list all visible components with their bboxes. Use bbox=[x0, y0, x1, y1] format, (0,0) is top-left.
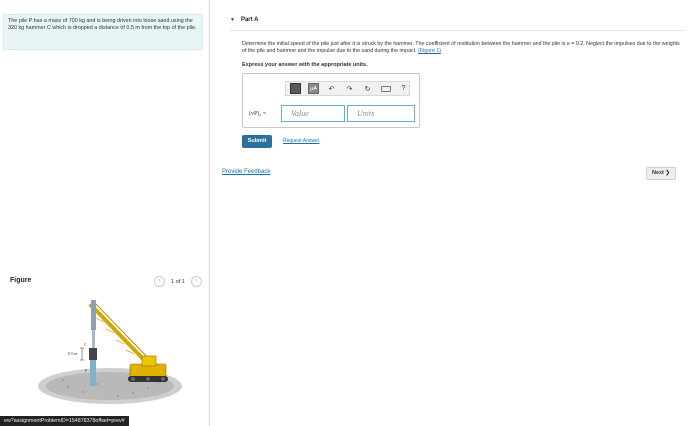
value-input[interactable]: Value bbox=[281, 105, 345, 122]
problem-statement: The pile P has a mass of 700 kg and is b… bbox=[3, 14, 203, 50]
part-title: Part A bbox=[240, 17, 259, 23]
figure-heading: Figure bbox=[10, 277, 32, 284]
answer-variable-label: (vP)₂ = bbox=[249, 111, 267, 117]
redo-icon[interactable]: ↷ bbox=[344, 83, 355, 94]
help-icon[interactable]: ? bbox=[398, 83, 409, 94]
submit-button[interactable]: Submit bbox=[242, 135, 272, 148]
request-answer-link[interactable]: Request Answer bbox=[283, 138, 319, 144]
collapse-triangle-icon[interactable]: ▼ bbox=[230, 17, 235, 23]
provide-feedback-link[interactable]: Provide Feedback bbox=[222, 169, 270, 175]
figure-page-count: 1 of 1 bbox=[171, 278, 185, 285]
undo-icon[interactable]: ↶ bbox=[326, 83, 337, 94]
templates-icon[interactable] bbox=[290, 83, 301, 94]
question-body: Determine the initial speed of the pile … bbox=[242, 41, 680, 55]
chevron-left-icon[interactable]: ‹ bbox=[154, 276, 165, 287]
answer-box: μA ↶ ↷ ↻ ? (vP)₂ = Value Units bbox=[242, 73, 420, 128]
answer-toolbar: μA ↶ ↷ ↻ ? bbox=[285, 81, 410, 96]
mu-units-icon[interactable]: μA bbox=[308, 83, 319, 94]
figure-link[interactable]: (Figure 1) bbox=[418, 48, 441, 54]
hammer-label: C bbox=[84, 342, 87, 347]
keyboard-icon[interactable] bbox=[380, 83, 391, 94]
dimension-label: 0.5 m bbox=[68, 351, 78, 356]
next-button[interactable]: Next ❯ bbox=[646, 167, 676, 180]
left-panel: The pile P has a mass of 700 kg and is b… bbox=[0, 0, 210, 426]
question-text: Determine the initial speed of the pile … bbox=[242, 41, 682, 55]
pile-driver-illustration: 0.5 m C P bbox=[38, 300, 182, 404]
status-url: ew?assignmentProblemID=154878378offset=p… bbox=[0, 416, 129, 426]
chevron-right-icon[interactable]: › bbox=[190, 276, 202, 287]
part-header[interactable]: ▼ Part A bbox=[230, 10, 685, 31]
units-input[interactable]: Units bbox=[347, 105, 415, 122]
answer-instruction: Express your answer with the appropriate… bbox=[242, 62, 368, 68]
figure-pager: ‹ 1 of 1 › bbox=[154, 276, 202, 287]
pile-driver-figure: 0.5 m C P bbox=[38, 292, 188, 410]
reset-icon[interactable]: ↻ bbox=[362, 83, 373, 94]
right-panel: ▼ Part A Determine the initial speed of … bbox=[210, 0, 700, 426]
